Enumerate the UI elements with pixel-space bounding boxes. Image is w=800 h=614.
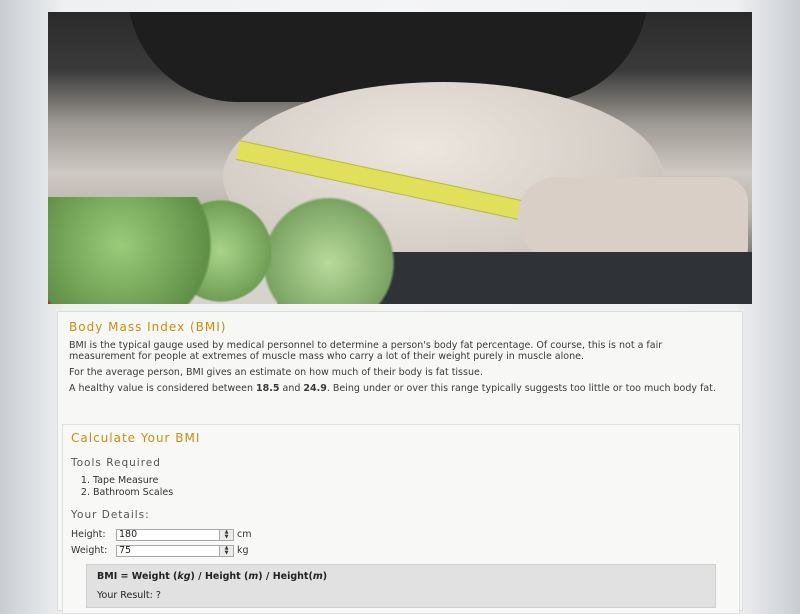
healthy-high-value: 24.9	[303, 383, 327, 394]
hero-salad	[48, 197, 408, 304]
tool-item-bathroom-scales: Bathroom Scales	[93, 487, 731, 499]
bmi-paragraph-3-and: and	[279, 383, 304, 394]
bmi-info-panel: Body Mass Index (BMI) BMI is the typical…	[57, 311, 743, 614]
height-row: Height: 180 ▲ ▼ cm	[71, 527, 731, 542]
bmi-paragraph-3-start: A healthy value is considered between	[69, 383, 257, 394]
weight-unit: kg	[237, 545, 249, 556]
formula-m-1: m	[248, 571, 259, 582]
weight-value: 75	[119, 544, 132, 556]
formula-mid-1: ) / Height (	[190, 571, 249, 582]
details-heading: Your Details:	[71, 509, 150, 521]
calculator-title: Calculate Your BMI	[71, 431, 201, 445]
weight-row: Weight: 75 ▲ ▼ kg	[71, 543, 731, 558]
formula-mid-2: ) / Height(	[258, 571, 313, 582]
weight-input[interactable]: 75 ▲ ▼	[116, 544, 234, 557]
bmi-paragraph-2: For the average person, BMI gives an est…	[69, 367, 483, 378]
hero-image	[48, 12, 752, 304]
bmi-paragraph-3-end: . Being under or over this range typical…	[326, 383, 716, 394]
result-box: BMI = Weight (kg) / Height (m) / Height(…	[86, 564, 716, 608]
height-label: Height:	[71, 529, 106, 540]
bmi-formula: BMI = Weight (kg) / Height (m) / Height(…	[97, 571, 705, 582]
calculator-panel: Calculate Your BMI Tools Required Tape M…	[62, 424, 740, 614]
formula-prefix: BMI = Weight (	[97, 571, 178, 582]
bmi-title: Body Mass Index (BMI)	[69, 320, 227, 334]
healthy-low-value: 18.5	[256, 383, 280, 394]
tool-item-tape-measure: Tape Measure	[93, 475, 731, 487]
bmi-paragraph-3: A healthy value is considered between 18…	[69, 383, 731, 394]
formula-m-2: m	[312, 571, 323, 582]
height-unit: cm	[237, 529, 252, 540]
hero-jeans	[378, 252, 752, 304]
weight-label: Weight:	[71, 545, 108, 556]
formula-kg: kg	[177, 571, 191, 582]
bmi-result: Your Result: ?	[97, 590, 161, 601]
height-input[interactable]: 180 ▲ ▼	[116, 528, 234, 541]
height-value: 180	[119, 528, 138, 540]
tools-heading: Tools Required	[71, 457, 161, 469]
formula-suffix: )	[322, 571, 328, 582]
height-stepper[interactable]: ▲ ▼	[219, 529, 233, 540]
bmi-paragraph-1: BMI is the typical gauge used by medical…	[69, 340, 663, 362]
weight-stepper[interactable]: ▲ ▼	[219, 545, 233, 556]
tools-list: Tape Measure Bathroom Scales	[71, 475, 731, 499]
